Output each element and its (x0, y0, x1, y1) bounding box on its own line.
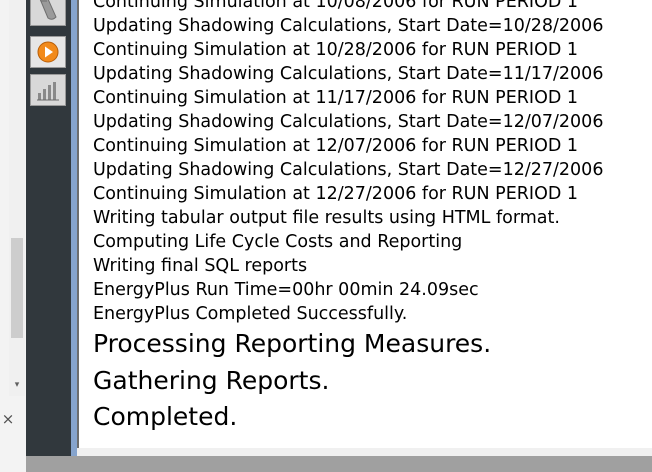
log-lines: Continuing Simulation at 10/08/2006 for … (93, 0, 652, 436)
close-icon[interactable]: × (0, 410, 16, 428)
log-line: Updating Shadowing Calculations, Start D… (93, 16, 604, 36)
log-line: Writing final SQL reports (93, 256, 308, 276)
log-line: Continuing Simulation at 10/28/2006 for … (93, 40, 579, 60)
tab-results-summary[interactable] (30, 74, 66, 106)
tab-run-simulation[interactable] (30, 36, 66, 68)
log-line: Gathering Reports. (93, 365, 330, 395)
log-line: Updating Shadowing Calculations, Start D… (93, 64, 604, 84)
log-pane-bottom-edge (77, 448, 652, 456)
log-line: EnergyPlus Run Time=00hr 00min 24.09sec (93, 280, 479, 300)
results-chart-icon (37, 82, 59, 101)
log-line: Processing Reporting Measures. (93, 329, 492, 358)
run-output-log: Continuing Simulation at 10/08/2006 for … (77, 0, 652, 448)
app-window: ▾ × Continuing Simulation at 10/08/2006 … (0, 0, 652, 472)
left-pane-scroll-down-arrow[interactable]: ▾ (11, 378, 23, 392)
log-line: EnergyPlus Completed Successfully. (93, 304, 408, 324)
log-line: Continuing Simulation at 10/08/2006 for … (93, 0, 579, 12)
scroll-document-icon (39, 0, 57, 20)
run-simulation-icon (37, 41, 59, 63)
log-line: Continuing Simulation at 11/17/2006 for … (93, 88, 579, 108)
log-line: Continuing Simulation at 12/07/2006 for … (93, 136, 579, 156)
vertical-tab-bar (26, 0, 71, 472)
log-line: Completed. (93, 402, 238, 431)
left-pane-scrollbar-thumb[interactable] (11, 238, 23, 338)
log-line: Updating Shadowing Calculations, Start D… (93, 112, 604, 132)
log-line: Updating Shadowing Calculations, Start D… (93, 160, 604, 180)
log-line: Computing Life Cycle Costs and Reporting (93, 232, 463, 252)
log-line: Writing tabular output file results usin… (93, 208, 560, 228)
log-line: Continuing Simulation at 12/27/2006 for … (93, 184, 579, 204)
status-bar (26, 456, 652, 472)
tab-scripts[interactable] (30, 0, 66, 26)
